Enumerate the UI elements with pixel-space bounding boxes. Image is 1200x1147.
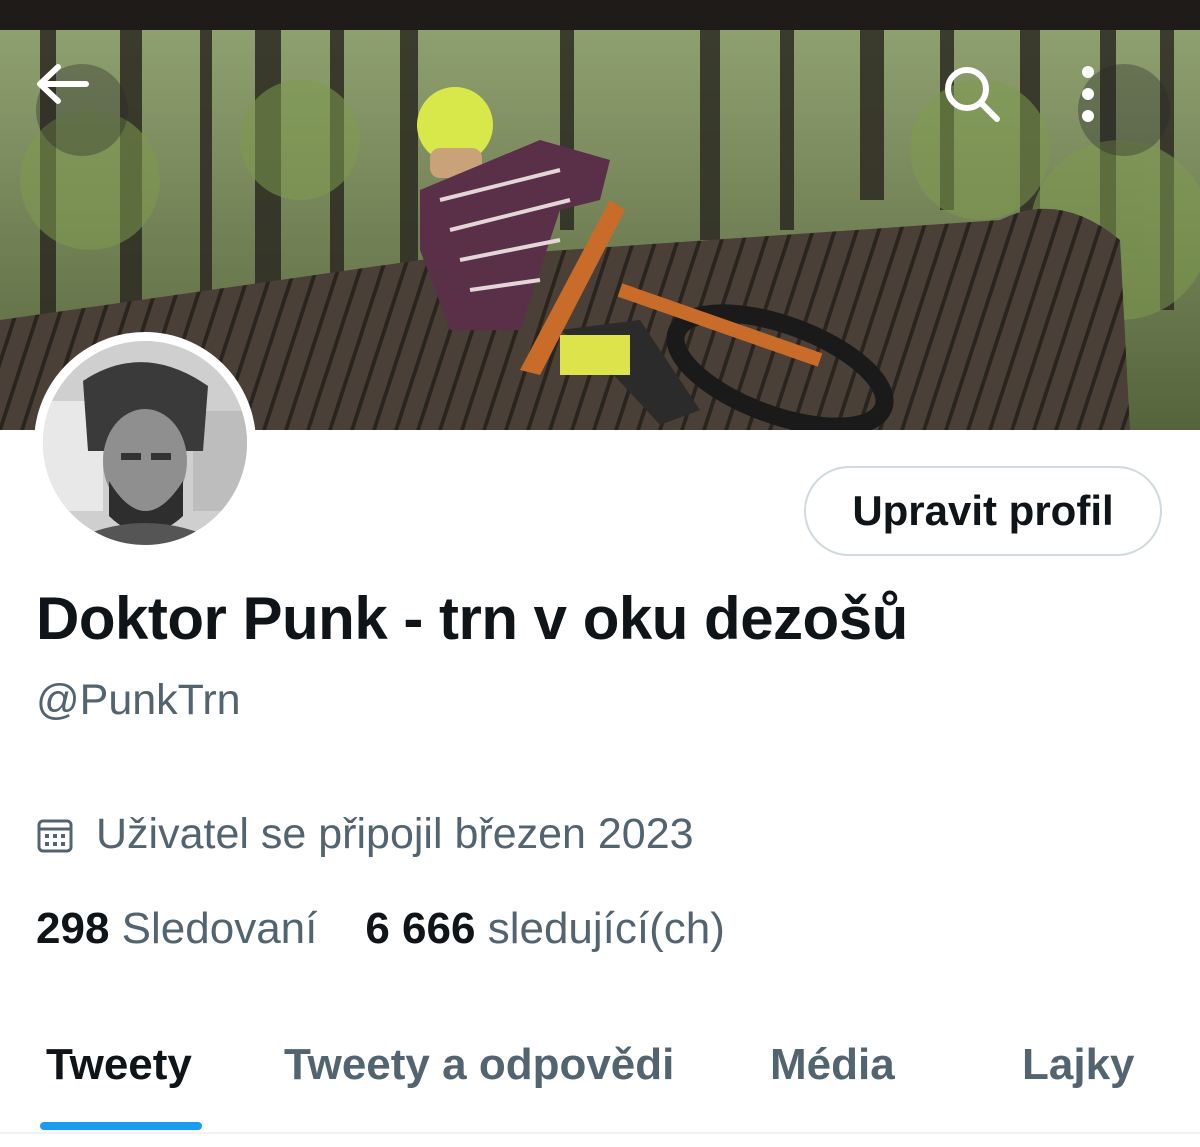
edit-profile-button[interactable]: Upravit profil <box>804 466 1162 556</box>
user-handle: @PunkTrn <box>36 676 241 724</box>
followers-count: 6 666 <box>365 904 476 953</box>
search-icon <box>945 67 1000 122</box>
calendar-icon <box>37 819 73 852</box>
join-date: Uživatel se připojil březen 2023 <box>36 810 694 859</box>
active-tab-indicator <box>40 1122 202 1130</box>
followers-label: sledující(ch) <box>487 904 725 953</box>
more-vertical-icon <box>1082 66 1094 122</box>
tabs-divider <box>0 1132 1200 1134</box>
search-button[interactable] <box>942 64 1034 156</box>
display-name: Doktor Punk - trn v oku dezošů <box>36 585 908 652</box>
profile-tabs: Tweety Tweety a odpovědi Média Lajky <box>0 1030 1200 1147</box>
profile-page: Upravit profil Doktor Punk - trn v oku d… <box>0 0 1200 1147</box>
tab-tweets[interactable]: Tweety <box>46 1040 192 1090</box>
followers-link[interactable]: 6 666 sledující(ch) <box>365 904 725 954</box>
more-options-button[interactable] <box>1078 64 1170 156</box>
follow-stats: 298 Sledovaní 6 666 sledující(ch) <box>36 904 725 954</box>
tab-tweets-and-replies[interactable]: Tweety a odpovědi <box>284 1040 674 1090</box>
back-button[interactable] <box>36 64 128 156</box>
avatar[interactable] <box>34 332 256 554</box>
tab-media[interactable]: Média <box>770 1040 895 1090</box>
avatar-image <box>43 341 247 545</box>
following-count: 298 <box>36 904 110 953</box>
following-label: Sledovaní <box>121 904 318 953</box>
following-link[interactable]: 298 Sledovaní <box>36 904 317 954</box>
arrow-left-icon <box>37 64 89 104</box>
status-bar <box>0 0 1200 30</box>
tab-likes[interactable]: Lajky <box>1022 1040 1135 1090</box>
join-date-text: Uživatel se připojil březen 2023 <box>96 810 694 858</box>
